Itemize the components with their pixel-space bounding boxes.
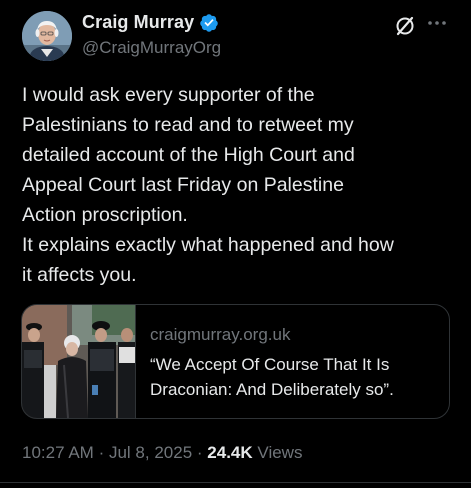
avatar[interactable] bbox=[22, 11, 72, 61]
link-card-domain[interactable]: craigmurray.org.uk bbox=[150, 325, 290, 345]
author-name-row[interactable]: Craig Murray bbox=[82, 12, 219, 33]
tweet-text-line: it affects you. bbox=[22, 264, 137, 286]
tweet-text-line: detailed account of the High Court and bbox=[22, 144, 355, 166]
link-card[interactable]: craigmurray.org.uk “We Accept Of Course … bbox=[21, 304, 450, 419]
tweet-date[interactable]: Jul 8, 2025 bbox=[109, 443, 192, 462]
tweet-text-line: Action proscription. bbox=[22, 204, 188, 226]
tweet-text-line: I would ask every supporter of the bbox=[22, 84, 315, 106]
more-options-icon[interactable] bbox=[426, 13, 448, 37]
tweet-text: I would ask every supporter of the Pales… bbox=[22, 80, 462, 290]
tweet-meta: 10:27 AM · Jul 8, 2025 · 24.4K Views bbox=[22, 443, 302, 463]
author-handle[interactable]: @CraigMurrayOrg bbox=[82, 38, 221, 58]
link-card-thumbnail[interactable] bbox=[22, 305, 136, 418]
meta-separator: · bbox=[196, 443, 203, 462]
tweet-text-line: It explains exactly what happened and ho… bbox=[22, 234, 394, 256]
verified-badge-icon[interactable] bbox=[199, 13, 219, 33]
tweet-text-line: Palestinians to read and to retweet my bbox=[22, 114, 354, 136]
meta-separator: · bbox=[98, 443, 105, 462]
tweet-text-line: Appeal Court last Friday on Palestine bbox=[22, 174, 344, 196]
link-card-title[interactable]: “We Accept Of Course That It Is Draconia… bbox=[150, 352, 440, 402]
author-display-name[interactable]: Craig Murray bbox=[82, 12, 194, 33]
tweet-time[interactable]: 10:27 AM bbox=[22, 443, 94, 462]
views-label[interactable]: Views bbox=[257, 443, 302, 462]
views-count[interactable]: 24.4K bbox=[207, 443, 252, 462]
divider bbox=[0, 482, 471, 483]
tweet[interactable]: Craig Murray @CraigMurrayOrg I would ask… bbox=[0, 0, 471, 488]
grok-icon[interactable] bbox=[393, 14, 417, 38]
